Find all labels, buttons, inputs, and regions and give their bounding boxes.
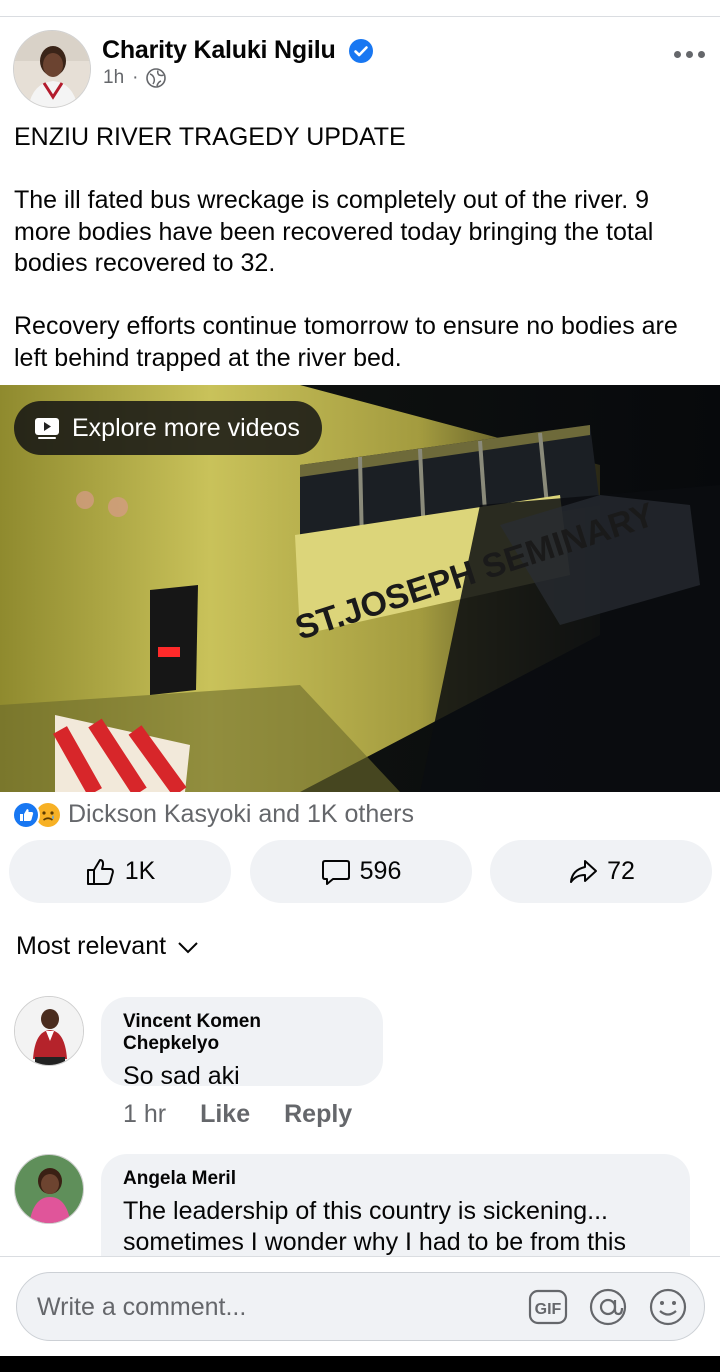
post-paragraph: Recovery efforts continue tomorrow to en…	[14, 312, 678, 372]
post-meta: 1h ·	[103, 67, 167, 89]
post-paragraph: The ill fated bus wreckage is completely…	[14, 186, 654, 277]
dot-icon	[673, 50, 681, 58]
comment-bubble[interactable]: Vincent Komen Chepkelyo So sad aki	[101, 997, 383, 1090]
reactions-summary[interactable]: Dickson Kasyoki and 1K others	[12, 800, 414, 829]
author-avatar[interactable]	[13, 30, 91, 108]
dot-icon	[697, 50, 705, 58]
comment-clip-region: Angela Meril The leadership of this coun…	[0, 1152, 720, 1256]
share-count: 72	[607, 857, 635, 885]
like-icon	[12, 800, 40, 829]
comment-like-button[interactable]: Like	[200, 1100, 250, 1129]
like-count: 1K	[124, 857, 156, 885]
top-divider	[0, 16, 720, 17]
comment-icon	[321, 859, 350, 885]
comment-sort-dropdown[interactable]: Most relevant	[16, 932, 200, 961]
explore-label: Explore more videos	[72, 413, 300, 442]
comment-count: 596	[359, 857, 402, 885]
verified-badge-icon	[349, 39, 373, 63]
share-icon	[570, 859, 598, 883]
like-button[interactable]: 1K	[9, 840, 231, 903]
comment-bubble[interactable]: Angela Meril The leadership of this coun…	[101, 1154, 690, 1256]
gif-icon[interactable]: GIF	[528, 1287, 568, 1327]
sort-label: Most relevant	[16, 932, 167, 960]
emoji-icon[interactable]	[648, 1287, 688, 1327]
comment-button[interactable]: 596	[249, 840, 472, 903]
system-nav-bar	[0, 1356, 720, 1372]
post-body: ENZIU RIVER TRAGEDY UPDATE The ill fated…	[14, 122, 710, 374]
author-name[interactable]: Charity Kaluki Ngilu	[102, 36, 336, 65]
reactions-text: Dickson Kasyoki and 1K others	[68, 800, 415, 828]
post-paragraph: ENZIU RIVER TRAGEDY UPDATE	[14, 123, 406, 151]
chevron-down-icon	[178, 941, 198, 953]
comment-placeholder: Write a comment...	[37, 1293, 247, 1321]
mention-icon[interactable]	[588, 1287, 628, 1327]
commenter-avatar[interactable]	[14, 1154, 84, 1224]
comment-actions: 1 hr Like Reply	[123, 1100, 352, 1129]
globe-icon	[146, 68, 167, 88]
post-actions: 1K 596 72	[9, 840, 712, 903]
comment-text: The leadership of this country is sicken…	[123, 1197, 626, 1256]
thumbs-up-icon	[86, 858, 114, 885]
gif-text: GIF	[535, 1301, 562, 1318]
comment-time[interactable]: 1 hr	[123, 1100, 166, 1129]
commenter-name[interactable]: Vincent Komen Chepkelyo	[123, 1011, 361, 1055]
share-button[interactable]: 72	[490, 840, 712, 903]
comment-reply-button[interactable]: Reply	[284, 1100, 352, 1129]
commenter-avatar[interactable]	[14, 996, 84, 1066]
dot-icon	[685, 50, 693, 58]
more-options-button[interactable]	[672, 42, 706, 66]
comment-text: So sad aki	[123, 1062, 240, 1090]
explore-more-videos-button[interactable]: Explore more videos	[14, 401, 322, 455]
meta-separator: ·	[132, 67, 139, 88]
comment-input[interactable]: Write a comment... GIF	[16, 1272, 705, 1341]
commenter-name[interactable]: Angela Meril	[123, 1168, 668, 1190]
video-play-icon	[35, 418, 59, 439]
post-time[interactable]: 1h	[103, 67, 124, 89]
